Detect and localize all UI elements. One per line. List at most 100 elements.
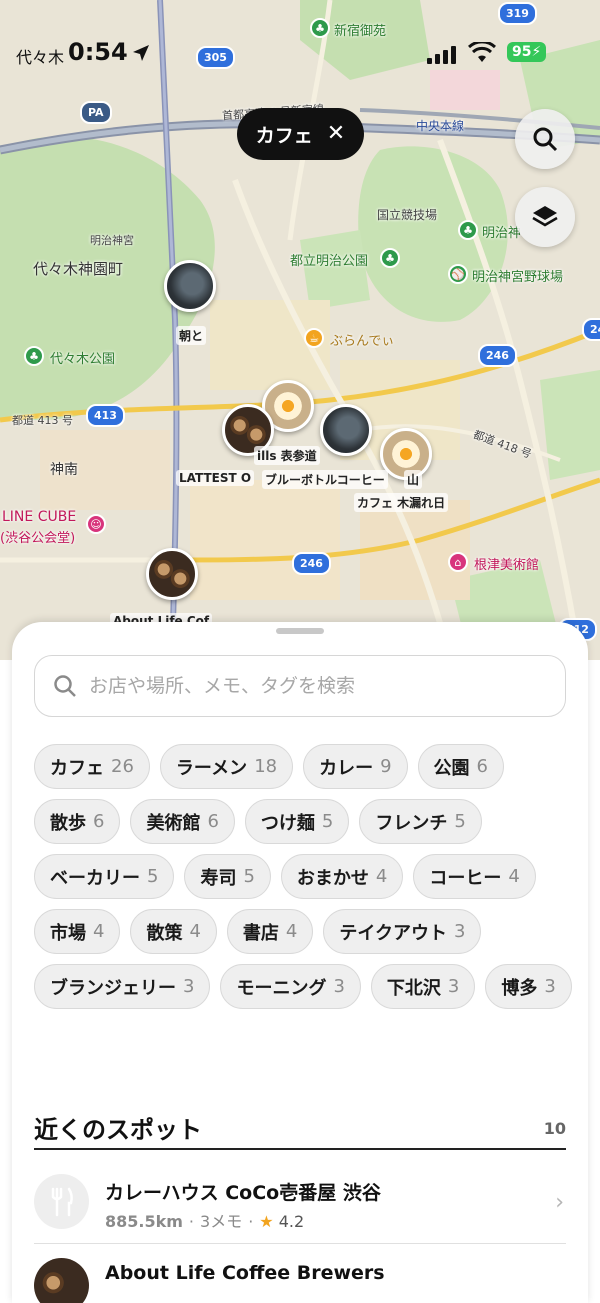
tag-label: 公園 xyxy=(433,757,470,779)
tag-label: 寿司 xyxy=(200,867,237,889)
spot-name: About Life Coffee Brewers xyxy=(105,1262,385,1284)
nearby-count: 10 xyxy=(543,1119,566,1138)
tag-count: 18 xyxy=(254,756,278,777)
tag-label: ベーカリー xyxy=(50,867,140,889)
tag-chip[interactable]: ラーメン 18 xyxy=(159,744,294,789)
tag-chip[interactable]: 書店 4 xyxy=(226,909,314,954)
tag-chip[interactable]: おまかせ 4 xyxy=(280,854,404,899)
tag-chip[interactable]: 博多 3 xyxy=(485,964,572,1009)
map-label-brandy: ぶらんでぃ xyxy=(330,334,395,349)
tag-label: 下北沢 xyxy=(386,977,441,999)
wifi-icon xyxy=(468,42,496,62)
tag-count: 5 xyxy=(454,811,466,832)
cafe-pin-label: カフェ 木漏れ日 xyxy=(354,493,449,512)
tag-count: 3 xyxy=(454,921,466,942)
spot-rating: 4.2 xyxy=(278,1212,305,1231)
tag-chip[interactable]: テイクアウト 3 xyxy=(323,909,482,954)
map-label-route-413: 都道 413 号 xyxy=(12,414,73,427)
tag-chip[interactable]: 散策 4 xyxy=(130,909,217,954)
status-time: 0:54 xyxy=(68,38,128,66)
map-label-chuo-line: 中央本線 xyxy=(416,119,465,133)
map-label-shinjuku-gyoen: 新宿御苑 xyxy=(334,24,387,39)
tag-chip[interactable]: 公園 6 xyxy=(417,744,504,789)
tag-label: テイクアウト xyxy=(339,922,447,944)
spot-distance: 885.5km xyxy=(105,1212,183,1231)
row-divider xyxy=(34,1243,566,1244)
tag-chip[interactable]: 美術館 6 xyxy=(130,799,235,844)
tag-count: 6 xyxy=(93,811,105,832)
map-label-toritsu-meiji-park: 都立明治公園 xyxy=(290,254,369,269)
charging-bolt-icon: ⚡ xyxy=(531,44,542,60)
cafe-pin-label: ブルーボトルコーヒー xyxy=(262,470,388,489)
map-label-meiji-shrine: 明治神宮 xyxy=(90,234,134,247)
tag-chip[interactable]: 下北沢 3 xyxy=(370,964,476,1009)
tag-chip[interactable]: ブランジェリー 3 xyxy=(34,964,211,1009)
map-layers-button[interactable] xyxy=(515,187,575,247)
route-badge: 246 xyxy=(582,318,600,341)
tag-chip[interactable]: カフェ 26 xyxy=(34,744,150,789)
section-divider xyxy=(34,1148,566,1150)
close-icon[interactable]: ✕ xyxy=(327,123,345,145)
tag-chip[interactable]: 市場 4 xyxy=(34,909,121,954)
tag-chip[interactable]: ベーカリー 5 xyxy=(34,854,175,899)
fork-knife-icon xyxy=(34,1174,89,1229)
tag-count: 4 xyxy=(508,866,520,887)
chevron-right-icon: › xyxy=(555,1190,564,1215)
nearby-spot-row[interactable]: About Life Coffee Brewers xyxy=(34,1258,566,1303)
cafe-pin-label: LATTEST O xyxy=(176,470,255,486)
route-badge: 246 xyxy=(478,344,517,367)
park-icon: ♣ xyxy=(310,18,330,38)
tag-chip[interactable]: つけ麺 5 xyxy=(244,799,350,844)
tag-label: ラーメン xyxy=(175,757,248,779)
map-label-nezu-museum: 根津美術館 xyxy=(474,558,540,573)
route-badge: 413 xyxy=(86,404,125,427)
tag-count: 3 xyxy=(447,976,460,997)
tag-count: 5 xyxy=(147,866,159,887)
spot-meta: 885.5km · 3メモ · ★ 4.2 xyxy=(105,1212,305,1231)
tag-chip[interactable]: コーヒー 4 xyxy=(413,854,536,899)
tag-list: カフェ 26 ラーメン 18 カレー 9 公園 6 散歩 6 美術館 6 つけ麺 5 フレンチ… xyxy=(34,744,574,1009)
tag-label: モーニング xyxy=(236,977,327,999)
map-label-yoyogi-park: 代々木公園 xyxy=(50,352,116,367)
nearby-spot-row[interactable]: カレーハウス CoCo壱番屋 渋谷 885.5km · 3メモ · ★ 4.2 › xyxy=(34,1174,566,1234)
active-filter-label: カフェ xyxy=(255,124,313,147)
search-box[interactable] xyxy=(34,655,566,717)
tag-label: カフェ xyxy=(50,757,104,779)
spot-memo-count: 3メモ xyxy=(200,1212,243,1231)
map-label-yoyogi-kamizonocho: 代々木神園町 xyxy=(33,260,124,278)
map-label-jinnan: 神南 xyxy=(50,462,78,478)
tag-count: 4 xyxy=(375,866,388,887)
route-badge: 246 xyxy=(292,552,331,575)
bottom-sheet[interactable]: カフェ 26 ラーメン 18 カレー 9 公園 6 散歩 6 美術館 6 つけ麺 5 フレンチ… xyxy=(12,622,588,1303)
cafe-photo-icon xyxy=(34,1258,89,1303)
map-label-national-stadium: 国立競技場 xyxy=(377,208,438,222)
search-icon xyxy=(54,675,76,697)
tag-count: 6 xyxy=(476,756,488,777)
sheet-grabber[interactable] xyxy=(276,628,324,634)
cafe-pin-bluebottle[interactable] xyxy=(320,404,372,456)
tag-label: おまかせ xyxy=(296,867,369,889)
museum-icon: ⌂ xyxy=(448,552,468,572)
theater-icon: ☺ xyxy=(86,514,106,534)
tag-chip[interactable]: フレンチ 5 xyxy=(359,799,482,844)
cafe-pin-label: ills 表参道 xyxy=(254,446,320,465)
tag-chip[interactable]: モーニング 3 xyxy=(220,964,361,1009)
tag-chip[interactable]: 寿司 5 xyxy=(184,854,271,899)
active-filter-chip[interactable]: カフェ ✕ xyxy=(237,108,364,160)
tag-count: 3 xyxy=(544,976,556,997)
cafe-pin-about-life[interactable] xyxy=(146,548,198,600)
star-icon: ★ xyxy=(259,1212,274,1231)
map-search-button[interactable] xyxy=(515,109,575,169)
tag-count: 3 xyxy=(183,976,195,997)
tag-chip[interactable]: 散歩 6 xyxy=(34,799,121,844)
route-badge: 305 xyxy=(196,46,235,69)
tag-label: 散歩 xyxy=(50,812,86,834)
tag-chip[interactable]: カレー 9 xyxy=(303,744,408,789)
search-input[interactable] xyxy=(89,675,549,697)
battery-level: 95 xyxy=(512,44,532,60)
search-icon xyxy=(533,127,558,152)
map-label-line-cube: LINE CUBE xyxy=(2,509,77,525)
park-icon: ♣ xyxy=(380,248,400,268)
cafe-pin-asato[interactable] xyxy=(164,260,216,312)
map-view[interactable]: 新宿御苑 ♣ 中央本線 首都高速 4 号新宿線 PA 国立競技場 明治神宮 代々… xyxy=(0,0,600,660)
